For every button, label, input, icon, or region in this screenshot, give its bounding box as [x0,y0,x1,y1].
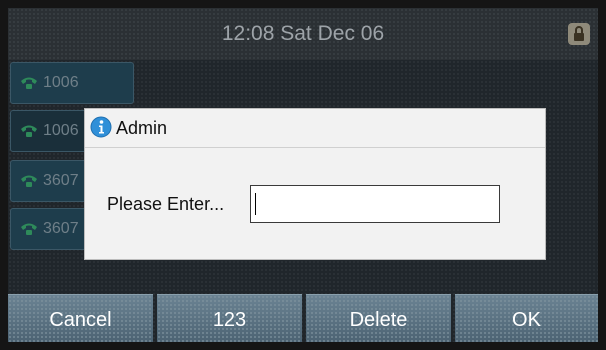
line-key-1[interactable]: 1006 [10,62,134,104]
line-key-label: 3607 [43,220,79,237]
lock-icon [568,23,590,45]
phone-screen: 12:08 Sat Dec 06 1006 1006 3607 3607 Adm… [8,8,598,342]
line-key-label: 3607 [43,172,79,189]
cancel-softkey[interactable]: Cancel [8,294,153,342]
password-input[interactable] [250,185,500,223]
dialog-title-bar: Admin [85,109,545,148]
password-prompt-label: Please Enter... [107,194,225,214]
phone-icon [20,222,38,241]
status-clock: 12:08 Sat Dec 06 [221,22,385,45]
delete-softkey[interactable]: Delete [306,294,451,342]
dialog-title: Admin [116,118,168,138]
softkey-bar: Cancel 123 Delete OK [8,294,598,342]
status-bar: 12:08 Sat Dec 06 [8,8,598,60]
admin-password-dialog: Admin Please Enter... [84,108,546,260]
phone-icon [20,76,38,95]
line-key-label: 1006 [43,74,79,91]
phone-icon [20,174,38,193]
line-key-label: 1006 [43,122,79,139]
input-mode-softkey[interactable]: 123 [157,294,302,342]
info-icon [90,116,112,143]
phone-icon [20,124,38,143]
text-caret [255,193,256,215]
ok-softkey[interactable]: OK [455,294,598,342]
